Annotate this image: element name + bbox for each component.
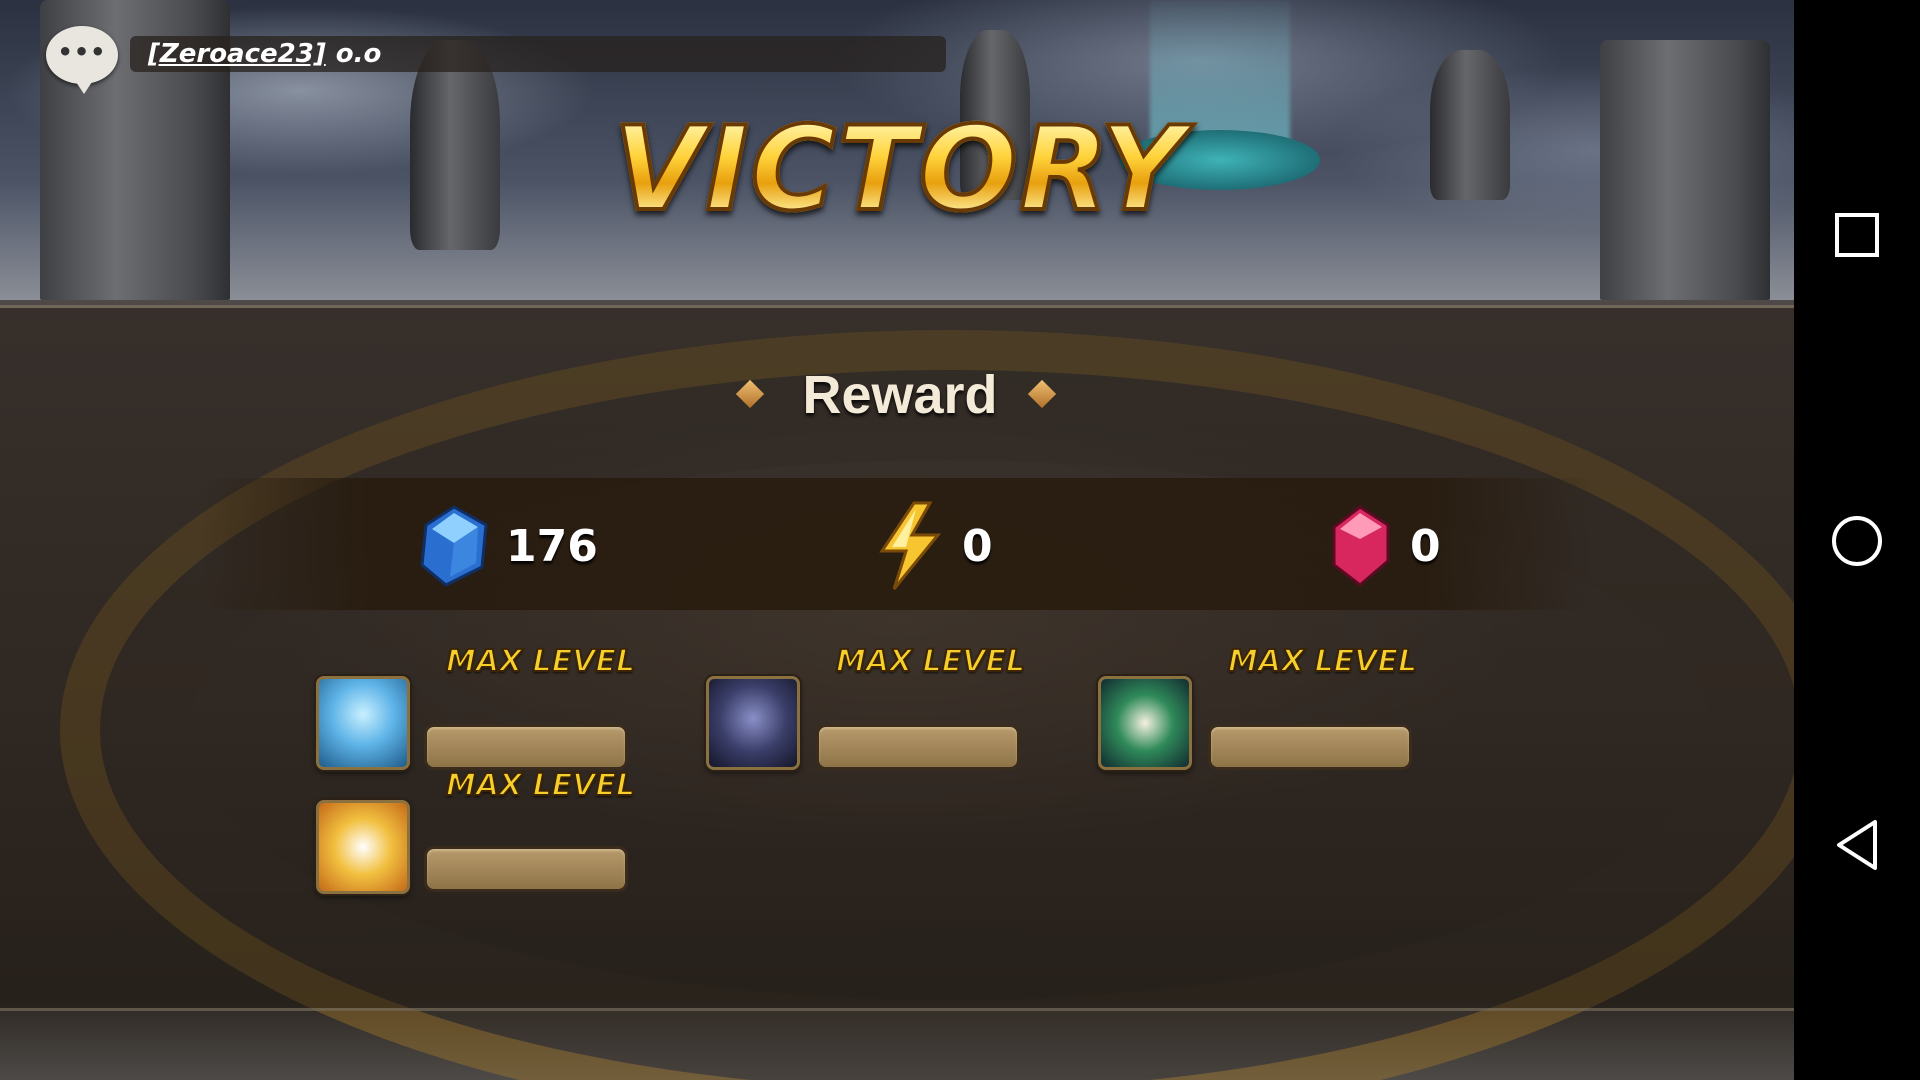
home-icon	[1832, 516, 1882, 566]
chat-bubble-icon[interactable]: •••	[46, 26, 118, 94]
max-level-label: MAX LEVEL	[445, 643, 636, 680]
monster-portrait[interactable]	[1098, 676, 1192, 770]
exp-bar	[816, 724, 1020, 770]
back-button[interactable]	[1828, 816, 1886, 874]
exp-bar	[1208, 724, 1412, 770]
home-button[interactable]	[1828, 512, 1886, 570]
chat-dots: •••	[57, 38, 107, 66]
android-nav-bar	[1794, 0, 1920, 1080]
statue	[1430, 50, 1510, 200]
reward-energy: 0	[872, 500, 993, 592]
crystal-icon	[420, 505, 488, 587]
stone-pillar	[1600, 40, 1770, 300]
reward-crystal: 176	[416, 500, 598, 592]
max-level-label: MAX LEVEL	[835, 643, 1026, 680]
chat-message: o.o	[335, 39, 382, 69]
rune-gem-icon	[1332, 505, 1390, 587]
chat-bar[interactable]: [Zeroace23] o.o	[130, 36, 946, 72]
back-icon	[1837, 820, 1877, 870]
max-level-label: MAX LEVEL	[445, 767, 636, 804]
energy-icon	[879, 501, 942, 590]
rune-gem-value: 0	[1410, 520, 1441, 572]
chat-username[interactable]: [Zeroace23]	[148, 39, 326, 69]
recent-apps-icon	[1835, 213, 1879, 257]
exp-bar	[424, 846, 628, 892]
monster-portrait[interactable]	[706, 676, 800, 770]
exp-bar	[424, 724, 628, 770]
recent-apps-button[interactable]	[1828, 206, 1886, 264]
victory-title: VICTORY	[590, 103, 1210, 237]
monster-portrait[interactable]	[316, 800, 410, 894]
max-level-label: MAX LEVEL	[1227, 643, 1418, 680]
energy-value: 0	[962, 520, 993, 572]
monster-portrait[interactable]	[316, 676, 410, 770]
crystal-value: 176	[506, 520, 598, 572]
reward-rune-gem: 0	[1326, 500, 1441, 592]
